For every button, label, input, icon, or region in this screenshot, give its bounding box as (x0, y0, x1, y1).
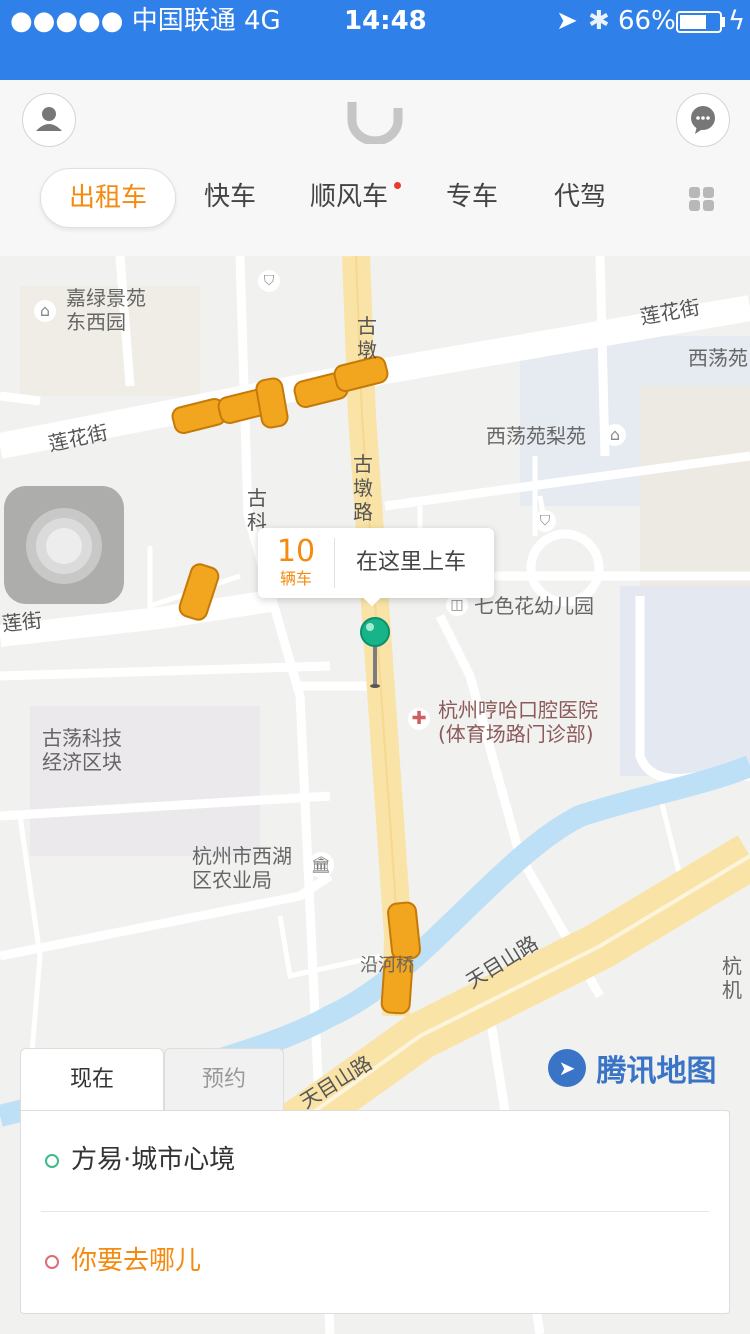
origin-row[interactable]: 方易·城市心境 (21, 1111, 729, 1211)
didi-logo-icon (347, 102, 403, 144)
origin-dot-icon (45, 1154, 59, 1168)
car-count-number: 10 (276, 534, 316, 569)
shield-icon: ⛉ (258, 270, 280, 292)
poi-label: 七色花幼儿园 (474, 594, 594, 618)
pickup-bubble[interactable]: 10 辆车 在这里上车 (258, 528, 494, 607)
hospital-icon: ✚ (408, 708, 430, 730)
messages-button[interactable] (676, 93, 730, 147)
car-count: 10 辆车 (258, 528, 334, 598)
battery-percent: 66% (618, 6, 676, 36)
house-icon: ⌂ (34, 300, 56, 322)
house-icon: ⌂ (604, 424, 626, 446)
government-icon: 🏛 (308, 852, 334, 878)
destination-row[interactable]: 你要去哪儿 (21, 1212, 729, 1312)
poi-label: 杭州市西湖 区农业局 (192, 844, 292, 892)
carrier-label: ●●●●● 中国联通 4G (10, 6, 281, 36)
taxi-marker (386, 900, 422, 962)
poi-label: 西荡苑梨苑 (486, 424, 586, 448)
tab-premier[interactable]: 专车 (446, 168, 498, 226)
new-badge (394, 182, 401, 189)
address-card: 方易·城市心境 你要去哪儿 (20, 1110, 730, 1314)
road-label: 古墩路 (353, 452, 373, 524)
status-bar: ●●●●● 中国联通 4G 14:48 ➤ ✱ 66% ϟ (0, 0, 750, 80)
poi-label: 嘉绿景苑 东西园 (66, 286, 146, 334)
poi-label: 杭 机 (722, 954, 742, 1002)
poi-label: 古荡科技 经济区块 (42, 726, 122, 774)
poi-label: 沿河桥 (360, 955, 414, 976)
service-tabs: 出租车 快车 顺风车 专车 代驾 (0, 168, 750, 228)
profile-button[interactable] (22, 93, 76, 147)
location-arrow-icon: ➤ (556, 6, 578, 36)
car-count-unit: 辆车 (279, 569, 312, 588)
pickup-here-label: 在这里上车 (356, 550, 467, 575)
user-icon (36, 107, 62, 131)
destination-dot-icon (45, 1255, 59, 1269)
poi-label: 杭州哼哈口腔医院 (体育场路门诊部) (438, 698, 598, 746)
destination-input[interactable]: 你要去哪儿 (71, 1244, 201, 1278)
road-label: 古墩 (357, 314, 377, 362)
shield-icon: ⛉ (534, 510, 556, 532)
road-label: 莲街 (0, 607, 44, 637)
app-header: 出租车 快车 顺风车 专车 代驾 (0, 80, 750, 257)
origin-address: 方易·城市心境 (71, 1145, 236, 1175)
more-grid-icon[interactable] (688, 186, 716, 212)
tab-hitch[interactable]: 顺风车 (310, 168, 388, 226)
chat-bubble-icon (691, 106, 715, 134)
clock: 14:48 (344, 6, 427, 36)
tab-taxi[interactable]: 出租车 (40, 168, 176, 228)
poi-label: 西荡苑 (688, 346, 748, 370)
tab-designated-driver[interactable]: 代驾 (554, 168, 606, 226)
assistive-touch-button[interactable] (4, 486, 124, 604)
road-label: 古科 (247, 486, 267, 534)
tab-express[interactable]: 快车 (204, 168, 256, 226)
battery-icon (676, 11, 725, 33)
bluetooth-icon: ✱ (588, 6, 610, 36)
tab-now[interactable]: 现在 (20, 1048, 164, 1111)
charging-icon: ϟ (728, 6, 746, 36)
tab-reserve[interactable]: 预约 (164, 1048, 284, 1111)
trip-panel: 现在 预约 方易·城市心境 你要去哪儿 (20, 1048, 730, 1314)
